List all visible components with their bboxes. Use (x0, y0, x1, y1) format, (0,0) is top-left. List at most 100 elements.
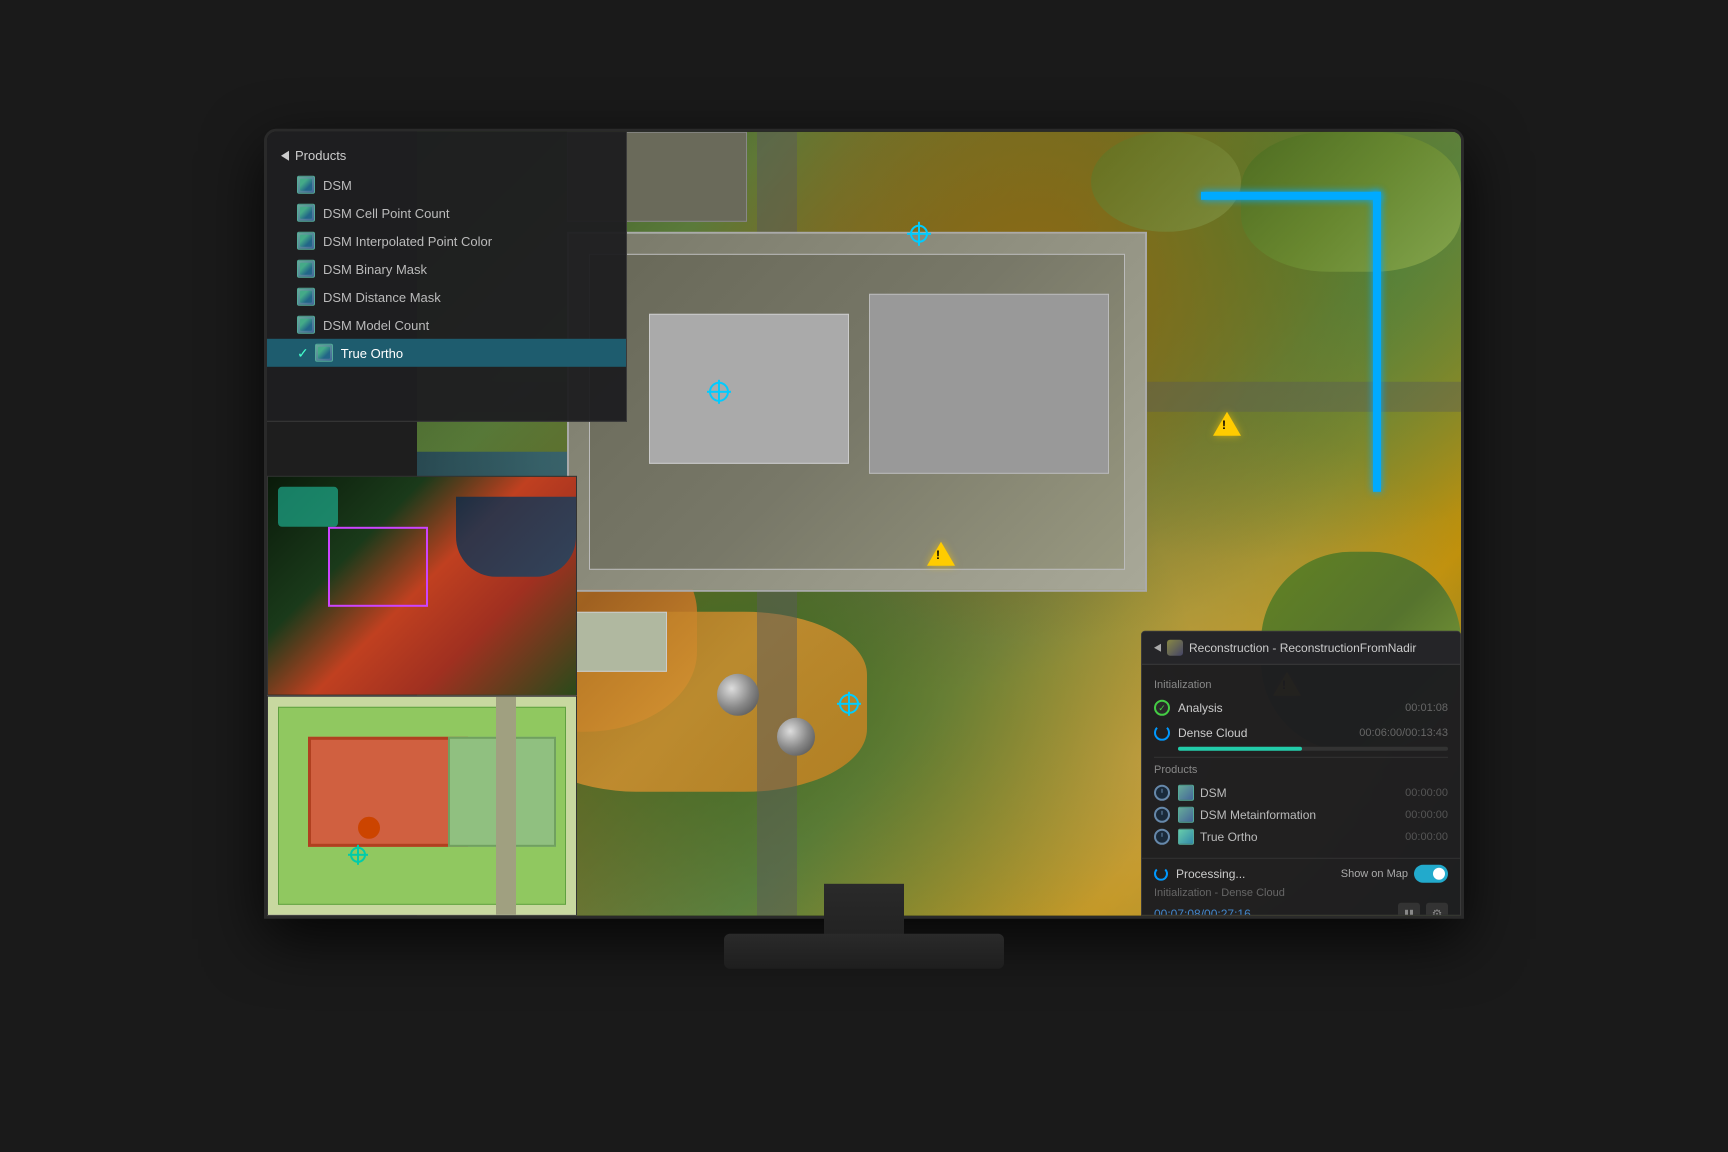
tree-item-dsm-distance[interactable]: DSM Distance Mask (267, 283, 626, 311)
right-panel: Reconstruction - ReconstructionFromNadir… (1141, 631, 1461, 916)
monitor-stand-base (724, 934, 1004, 969)
panel-title-bar: Reconstruction - ReconstructionFromNadir (1142, 632, 1460, 665)
processing-label: Processing... (1176, 867, 1245, 881)
show-map-toggle[interactable] (1414, 865, 1448, 883)
dsm-meta-time: 00:00:00 (1405, 809, 1448, 821)
products-section-label: Products (1154, 764, 1448, 776)
analysis-check-icon (1154, 700, 1170, 716)
processing-label-row: Processing... (1154, 867, 1245, 881)
monitor: Products DSM DSM Cell Point Count DSM In… (264, 129, 1464, 989)
section-divider (1154, 757, 1448, 758)
cad-road (496, 697, 516, 915)
warning-triangle-3 (927, 542, 955, 566)
dsm-product-time: 00:00:00 (1405, 787, 1448, 799)
crosshair-circle-2 (839, 694, 859, 714)
dense-cloud-progress-bar (1178, 747, 1448, 751)
crosshair-top (907, 222, 931, 246)
tank-sphere-2 (777, 718, 815, 756)
dsm-clock-icon (1154, 785, 1170, 801)
dsm-distance-label: DSM Distance Mask (323, 289, 441, 304)
crosshair-circle-1 (709, 382, 729, 402)
dsm-meta-product-icon (1178, 807, 1194, 823)
tree-item-true-ortho[interactable]: ✓ True Ortho (267, 339, 626, 367)
forest-top-right (1241, 132, 1461, 272)
footer-controls: ⚙ (1398, 903, 1448, 916)
dsm-binary-icon (297, 260, 315, 278)
pause-bar-2 (1410, 910, 1413, 916)
dense-cloud-label: Dense Cloud (1178, 726, 1351, 740)
forest-top (1091, 132, 1241, 232)
pause-icon (1405, 910, 1413, 916)
dsm-interp-label: DSM Interpolated Point Color (323, 233, 492, 248)
dense-cloud-progress-icon (1154, 725, 1170, 741)
processing-status-row: Processing... Show on Map (1154, 865, 1448, 883)
preview-panels (267, 476, 577, 916)
dense-cloud-row: Dense Cloud 00:06:00/00:13:43 (1154, 722, 1448, 744)
true-ortho-product-time: 00:00:00 (1405, 831, 1448, 843)
tree-item-dsm-interp[interactable]: DSM Interpolated Point Color (267, 227, 626, 255)
building-complex (567, 232, 1147, 592)
preview-teal (278, 487, 338, 527)
show-map-row: Show on Map (1341, 865, 1448, 883)
footer-time-row: 00:07:08/00:27:16 ⚙ (1154, 903, 1448, 916)
analysis-row: Analysis 00:01:08 (1154, 697, 1448, 719)
product-row-dsm: DSM 00:00:00 (1154, 782, 1448, 804)
scene: Products DSM DSM Cell Point Count DSM In… (164, 76, 1564, 1076)
tank-sphere-1 (717, 674, 759, 716)
true-ortho-product-icon (1178, 829, 1194, 845)
dense-cloud-progress-fill (1178, 747, 1302, 751)
analysis-time: 00:01:08 (1405, 702, 1448, 714)
left-panel: Products DSM DSM Cell Point Count DSM In… (267, 132, 627, 422)
tree-header: Products (267, 144, 626, 171)
preview-cad (267, 696, 577, 916)
preview-building-outline (328, 527, 428, 607)
tree-item-dsm-model[interactable]: DSM Model Count (267, 311, 626, 339)
dsm-product-icon (1178, 785, 1194, 801)
dsm-meta-clock-icon (1154, 807, 1170, 823)
crosshair-1 (707, 380, 731, 404)
panel-body: Initialization Analysis 00:01:08 Dense C… (1142, 665, 1460, 858)
cad-building-red (308, 737, 468, 847)
dsm-meta-label: DSM Metainformation (1200, 808, 1405, 822)
tree-item-dsm[interactable]: DSM (267, 171, 626, 199)
dsm-cell-label: DSM Cell Point Count (323, 205, 449, 220)
greenhouse (567, 612, 667, 672)
show-map-text: Show on Map (1341, 868, 1408, 880)
products-label: Products (295, 148, 346, 163)
roof-section-2 (869, 294, 1109, 474)
annotation-line-v (1373, 192, 1381, 492)
dsm-cell-icon (297, 204, 315, 222)
tree-collapse-arrow[interactable] (281, 150, 289, 160)
tree-item-dsm-cell[interactable]: DSM Cell Point Count (267, 199, 626, 227)
settings-icon: ⚙ (1432, 907, 1443, 916)
panel-collapse-arrow[interactable] (1154, 644, 1161, 652)
cad-marker (358, 817, 380, 839)
true-ortho-label: True Ortho (341, 345, 403, 360)
cad-crosshair (348, 845, 368, 865)
true-ortho-icon (315, 344, 333, 362)
product-row-dsm-meta: DSM Metainformation 00:00:00 (1154, 804, 1448, 826)
dsm-product-label: DSM (1200, 786, 1405, 800)
true-ortho-clock-icon (1154, 829, 1170, 845)
true-ortho-checkmark: ✓ (297, 344, 309, 361)
screen-content: Products DSM DSM Cell Point Count DSM In… (267, 132, 1461, 916)
dsm-label: DSM (323, 177, 352, 192)
sub-status-text: Initialization - Dense Cloud (1154, 887, 1448, 899)
warning-triangle-1 (1213, 412, 1241, 436)
dsm-model-label: DSM Model Count (323, 317, 429, 332)
crosshair-2 (837, 692, 861, 716)
processing-spinner (1154, 867, 1168, 881)
product-row-true-ortho: True Ortho 00:00:00 (1154, 826, 1448, 848)
tree-item-dsm-binary[interactable]: DSM Binary Mask (267, 255, 626, 283)
dsm-interp-icon (297, 232, 315, 250)
preview-river (456, 497, 576, 577)
monitor-stand-neck (824, 884, 904, 939)
pause-button[interactable] (1398, 903, 1420, 916)
settings-button[interactable]: ⚙ (1426, 903, 1448, 916)
screen-bezel: Products DSM DSM Cell Point Count DSM In… (264, 129, 1464, 919)
analysis-label: Analysis (1178, 701, 1397, 715)
dense-cloud-time: 00:06:00/00:13:43 (1359, 727, 1448, 739)
pause-bar-1 (1405, 910, 1408, 916)
preview-aerial-inner (268, 477, 576, 695)
dsm-icon (297, 176, 315, 194)
